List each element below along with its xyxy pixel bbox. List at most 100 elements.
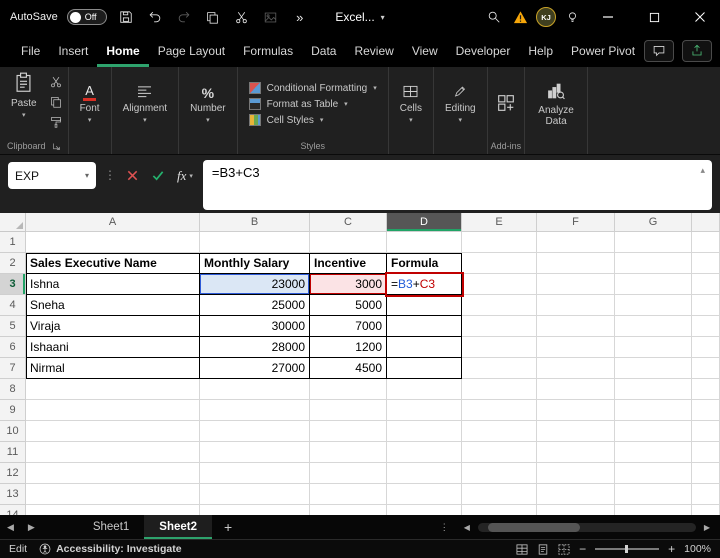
zoom-out-button[interactable]	[579, 542, 586, 556]
column-header-e[interactable]: E	[462, 213, 537, 232]
cell-d2[interactable]: Formula	[387, 253, 462, 274]
cell-c6[interactable]: 1200	[310, 337, 387, 358]
cell-h9[interactable]	[692, 400, 720, 421]
cell-e12[interactable]	[462, 463, 537, 484]
menu-tab-developer[interactable]: Developer	[447, 34, 520, 67]
cancel-button[interactable]	[124, 162, 141, 189]
cell-f3[interactable]	[537, 274, 615, 295]
cell-g7[interactable]	[615, 358, 692, 379]
hscroll-left-icon[interactable]	[460, 523, 474, 532]
cell-b14[interactable]	[200, 505, 310, 515]
menu-tab-formulas[interactable]: Formulas	[234, 34, 302, 67]
cell-f1[interactable]	[537, 232, 615, 253]
column-header-b[interactable]: B	[200, 213, 310, 232]
sheet-tab-sheet2[interactable]: Sheet2	[144, 515, 213, 539]
cell-a7[interactable]: Nirmal	[26, 358, 200, 379]
minimize-button[interactable]	[588, 0, 628, 34]
cells-menu-button[interactable]: Cells	[392, 83, 430, 126]
cell-e11[interactable]	[462, 442, 537, 463]
editing-menu-button[interactable]: Editing	[437, 83, 484, 126]
cell-f11[interactable]	[537, 442, 615, 463]
cell-h14[interactable]	[692, 505, 720, 515]
cell-h5[interactable]	[692, 316, 720, 337]
cell-e6[interactable]	[462, 337, 537, 358]
accessibility-button[interactable]: Accessibility: Investigate	[39, 543, 182, 555]
cell-g9[interactable]	[615, 400, 692, 421]
cell-b3[interactable]: 23000	[200, 274, 310, 295]
cell-e7[interactable]	[462, 358, 537, 379]
cell-a13[interactable]	[26, 484, 200, 505]
cell-f2[interactable]	[537, 253, 615, 274]
column-header-c[interactable]: C	[310, 213, 387, 232]
row-header-6[interactable]: 6	[0, 337, 26, 358]
column-header-partial[interactable]	[692, 213, 720, 232]
zoom-level[interactable]: 100%	[684, 543, 711, 555]
cell-e5[interactable]	[462, 316, 537, 337]
cell-g10[interactable]	[615, 421, 692, 442]
picture-icon[interactable]	[261, 6, 281, 28]
prev-sheet-icon[interactable]	[0, 515, 21, 539]
cell-c4[interactable]: 5000	[310, 295, 387, 316]
ribbon-conditional-formatting-button[interactable]: Conditional Formatting	[248, 82, 377, 94]
cell-g6[interactable]	[615, 337, 692, 358]
menu-tab-power-pivot[interactable]: Power Pivot	[562, 34, 644, 67]
cell-c10[interactable]	[310, 421, 387, 442]
menu-tab-view[interactable]: View	[403, 34, 447, 67]
comments-button[interactable]	[644, 39, 675, 62]
cell-d7[interactable]	[387, 358, 462, 379]
cell-d11[interactable]	[387, 442, 462, 463]
column-header-f[interactable]: F	[537, 213, 615, 232]
cell-g13[interactable]	[615, 484, 692, 505]
select-all-corner[interactable]	[0, 213, 26, 232]
name-box[interactable]: EXP	[8, 162, 96, 189]
row-header-14[interactable]: 14	[0, 505, 26, 515]
cut-button[interactable]	[47, 74, 65, 90]
redo-icon[interactable]	[174, 6, 194, 28]
menu-tab-page-layout[interactable]: Page Layout	[149, 34, 234, 67]
search-icon[interactable]	[484, 6, 504, 28]
normal-view-icon[interactable]	[516, 543, 528, 555]
cell-c5[interactable]: 7000	[310, 316, 387, 337]
cell-a1[interactable]	[26, 232, 200, 253]
undo-icon[interactable]	[145, 6, 165, 28]
cell-g12[interactable]	[615, 463, 692, 484]
cell-c7[interactable]: 4500	[310, 358, 387, 379]
cell-h4[interactable]	[692, 295, 720, 316]
cell-a11[interactable]	[26, 442, 200, 463]
more-commands-icon[interactable]	[290, 6, 310, 28]
cell-h11[interactable]	[692, 442, 720, 463]
cell-c12[interactable]	[310, 463, 387, 484]
cell-f10[interactable]	[537, 421, 615, 442]
cell-f6[interactable]	[537, 337, 615, 358]
zoom-in-button[interactable]	[668, 542, 675, 556]
cell-e13[interactable]	[462, 484, 537, 505]
cell-b1[interactable]	[200, 232, 310, 253]
analyze-data-button[interactable]: Analyze Data	[528, 80, 584, 129]
column-header-d[interactable]: D	[387, 213, 462, 232]
new-sheet-button[interactable]	[212, 515, 244, 539]
menu-tab-help[interactable]: Help	[519, 34, 562, 67]
save-icon[interactable]	[116, 6, 136, 28]
row-header-7[interactable]: 7	[0, 358, 26, 379]
cell-e1[interactable]	[462, 232, 537, 253]
menu-tab-home[interactable]: Home	[97, 34, 149, 67]
row-header-11[interactable]: 11	[0, 442, 26, 463]
clipboard-dialog-launcher[interactable]	[51, 140, 63, 152]
insert-function-button[interactable]: fx	[175, 162, 195, 189]
cell-b7[interactable]: 27000	[200, 358, 310, 379]
menu-tab-insert[interactable]: Insert	[49, 34, 97, 67]
share-button[interactable]	[682, 39, 713, 62]
cell-c1[interactable]	[310, 232, 387, 253]
cell-b9[interactable]	[200, 400, 310, 421]
cell-b4[interactable]: 25000	[200, 295, 310, 316]
cell-b8[interactable]	[200, 379, 310, 400]
alignment-menu-button[interactable]: Alignment	[115, 83, 175, 126]
cell-g5[interactable]	[615, 316, 692, 337]
cell-d8[interactable]	[387, 379, 462, 400]
row-header-1[interactable]: 1	[0, 232, 26, 253]
cell-b10[interactable]	[200, 421, 310, 442]
cell-a6[interactable]: Ishaani	[26, 337, 200, 358]
collapse-formula-bar-icon[interactable]	[700, 165, 705, 176]
cell-d9[interactable]	[387, 400, 462, 421]
cell-h10[interactable]	[692, 421, 720, 442]
